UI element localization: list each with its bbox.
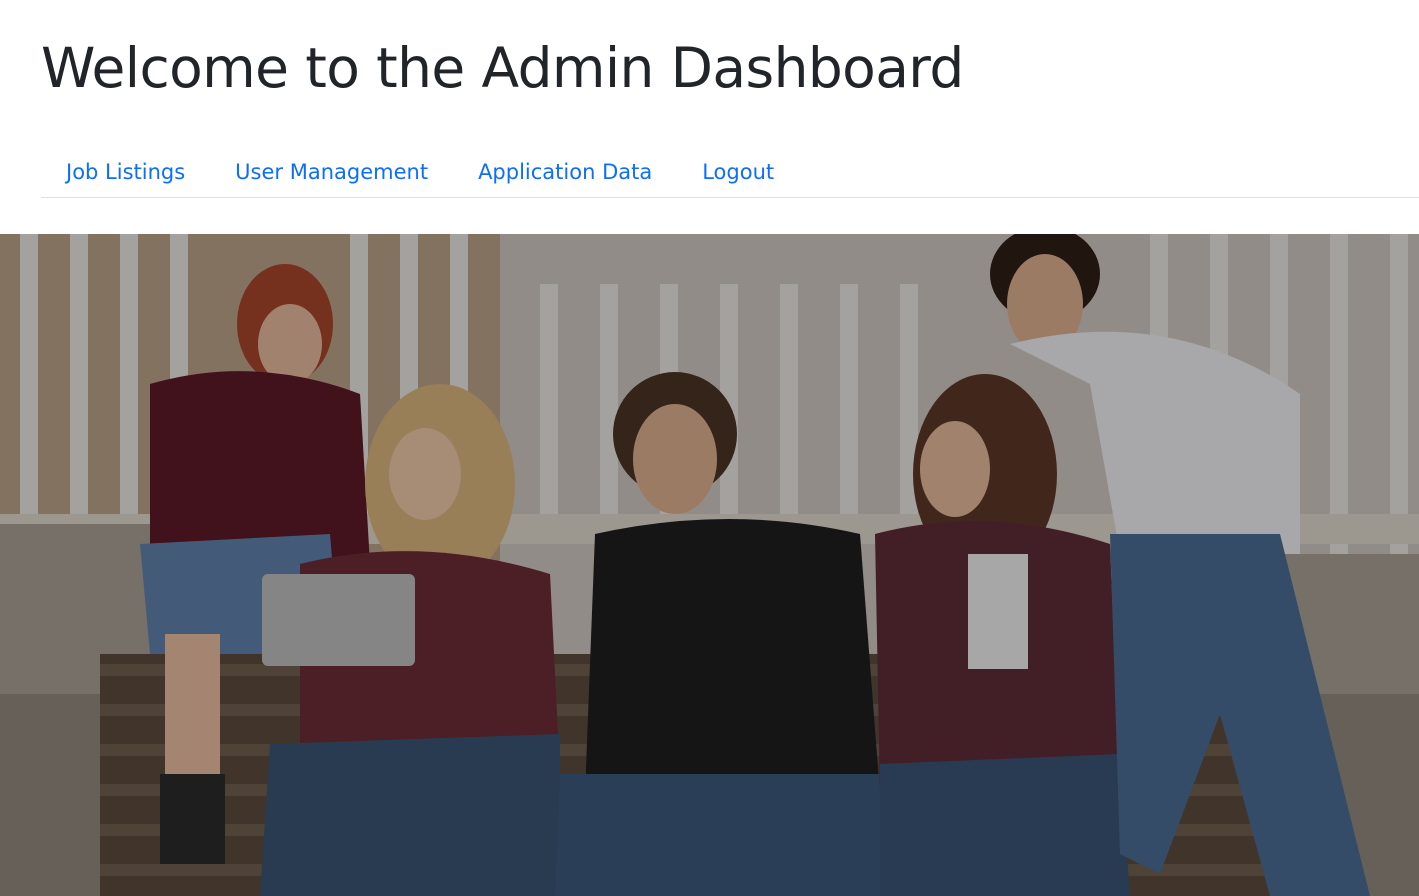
admin-dashboard-page: Welcome to the Admin Dashboard Job Listi… bbox=[0, 0, 1419, 896]
nav-link-application-data[interactable]: Application Data bbox=[453, 150, 677, 194]
hero-image bbox=[0, 234, 1419, 896]
nav-link-job-listings[interactable]: Job Listings bbox=[41, 150, 210, 194]
hero-overlay bbox=[0, 234, 1419, 896]
main-nav: Job Listings User Management Application… bbox=[41, 146, 1419, 198]
hero-photo-illustration bbox=[0, 234, 1419, 896]
nav-link-logout[interactable]: Logout bbox=[677, 150, 799, 194]
nav-link-user-management[interactable]: User Management bbox=[210, 150, 453, 194]
page-title: Welcome to the Admin Dashboard bbox=[41, 36, 964, 100]
